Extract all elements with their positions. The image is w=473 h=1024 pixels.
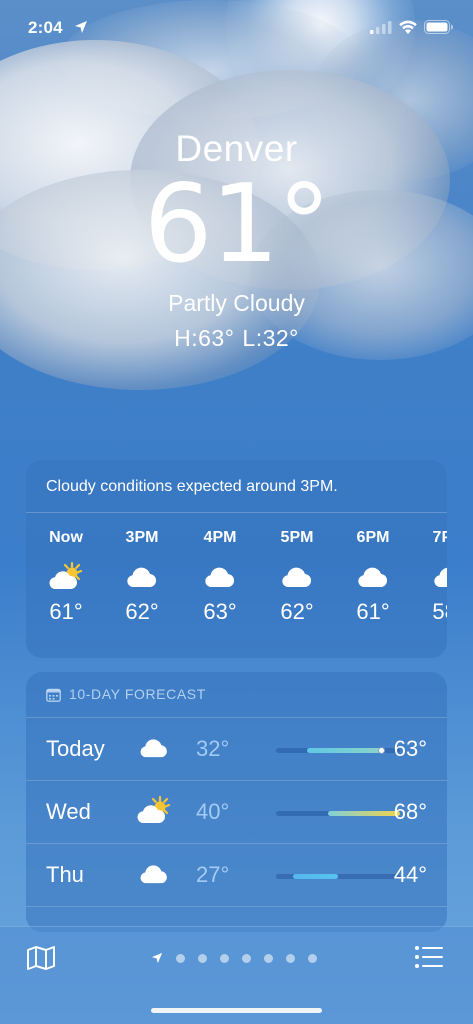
hourly-forecast-card[interactable]: Cloudy conditions expected around 3PM. N… [26,460,447,658]
low-temp: L:32° [242,325,299,351]
battery-icon [424,20,453,34]
location-arrow-icon [151,952,163,964]
page-dot [286,953,295,963]
calendar-icon [46,688,61,702]
page-indicator[interactable] [151,950,330,966]
page-dot [264,953,273,963]
forecast-low: 32° [196,736,230,761]
forecast-row[interactable]: Thu 27° 44° [26,844,447,907]
temperature-range-fill [328,811,400,816]
hour-item: 6PM 61° [343,529,403,625]
hour-label: 6PM [356,529,390,546]
condition-text: Partly Cloudy [168,290,305,316]
hour-temp: 61° [356,599,390,624]
cloud-icon [434,567,447,587]
ten-day-title: 10-DAY FORECAST [69,686,206,702]
partly-sunny-icon [49,561,83,589]
hour-temp: 62° [280,599,314,624]
hour-label: 3PM [125,529,159,546]
cellular-signal-icon [370,21,392,34]
hour-item: 4PM 63° [190,529,250,625]
page-dot [308,953,317,963]
hour-item: Now 61° [36,529,96,625]
forecast-day: Wed [46,799,91,824]
current-temperature: 61° [143,162,331,287]
location-arrow-icon [75,21,87,33]
list-icon[interactable] [414,945,444,969]
hour-temp: 58° [432,599,447,624]
status-time: 2:04 [28,18,63,37]
bottom-toolbar [0,926,473,1024]
forecast-day: Thu [46,862,84,887]
ten-day-forecast-card[interactable]: 10-DAY FORECAST Today 32° 63° Wed 40° 68… [26,672,447,932]
temperature-range-bar [276,747,400,754]
high-temp: H:63° [174,325,235,351]
cloud-icon [205,567,235,587]
temperature-range-bar [276,811,400,816]
forecast-high: 63° [393,736,427,761]
hourly-summary: Cloudy conditions expected around 3PM. [26,460,447,513]
ten-day-header: 10-DAY FORECAST [26,672,447,718]
status-bar: 2:04 [0,0,473,56]
hour-temp: 61° [49,599,83,624]
partly-sunny-icon [137,795,171,823]
hour-temp: 62° [125,599,159,624]
current-temp-marker [377,747,385,754]
hour-item: 5PM 62° [267,529,327,625]
forecast-low: 40° [196,799,230,824]
forecast-high: 68° [393,799,427,824]
forecast-day: Today [46,736,105,761]
cloud-icon [140,865,167,884]
high-low: H:63° L:32° [0,325,473,352]
wifi-icon [399,20,417,34]
temperature-range-bar [276,874,400,879]
map-icon[interactable] [26,945,56,971]
hour-item: 3PM 62° [112,529,172,625]
hour-label: Now [49,529,83,546]
cloud-icon [127,567,157,587]
hour-label: 5PM [280,529,314,546]
hourly-strip[interactable]: Now 61° 3PM 62° 4PM 63° 5PM 62° 6PM 61° … [26,513,447,658]
temperature-range-fill [307,748,386,753]
page-dot [242,953,251,963]
cloud-icon [358,567,388,587]
cloud-icon [140,739,167,758]
home-indicator[interactable] [151,1008,322,1013]
cloud-icon [282,567,312,587]
hour-label: 4PM [203,529,237,546]
forecast-row[interactable]: Today 32° 63° [26,718,447,781]
forecast-high: 44° [393,862,427,887]
forecast-low: 27° [196,862,230,887]
temperature-range-fill [293,874,338,879]
page-dot [198,953,207,963]
current-weather-header: Denver 61° Partly Cloudy H:63° L:32° [0,128,473,352]
page-dot [176,953,185,963]
hour-temp: 63° [203,599,237,624]
hour-item: 7PM 58° [419,529,447,625]
page-dot [220,953,229,963]
forecast-row[interactable]: Wed 40° 68° [26,781,447,844]
hour-label: 7PM [432,529,447,546]
